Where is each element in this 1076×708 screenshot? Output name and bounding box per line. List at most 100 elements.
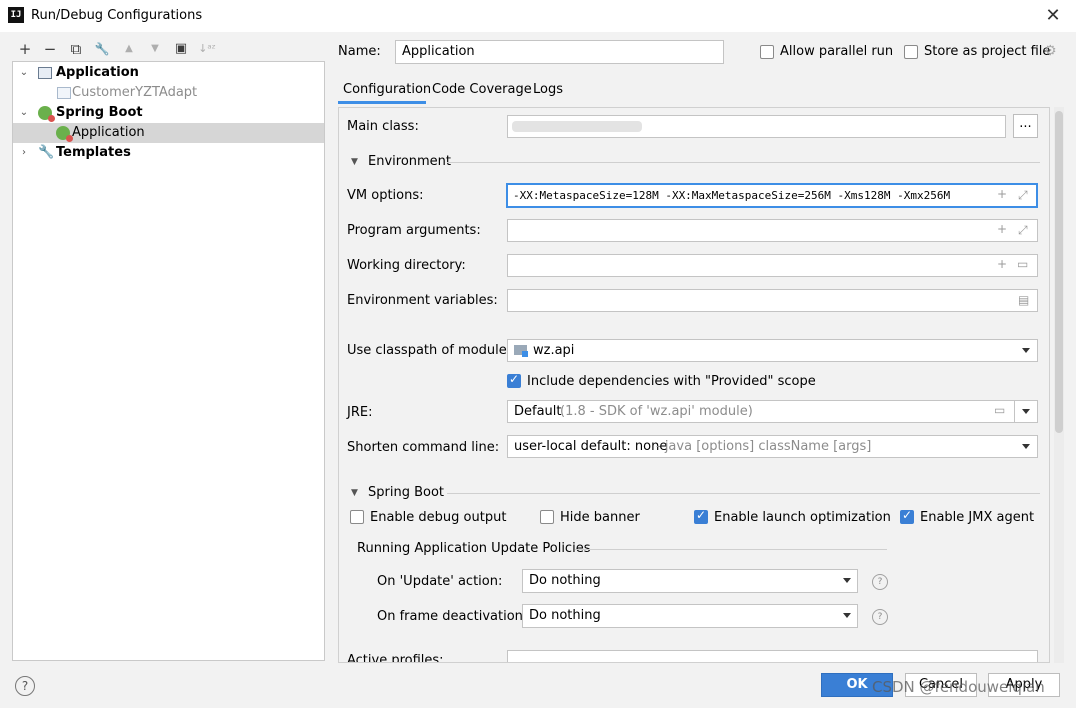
name-input[interactable]: Application — [395, 40, 724, 64]
chevron-down-icon[interactable] — [843, 613, 851, 618]
add-icon[interactable]: + — [16, 40, 34, 58]
on-update-select[interactable]: Do nothing — [522, 569, 858, 593]
chevron-down-icon[interactable]: ⌄ — [18, 103, 30, 123]
active-profiles-label: Active profiles: — [347, 653, 444, 662]
help-icon[interactable]: ? — [15, 676, 35, 696]
jre-value: Default — [514, 404, 562, 419]
document-icon[interactable]: ▤ — [1018, 293, 1029, 307]
window-title: Run/Debug Configurations — [31, 8, 203, 23]
enable-debug-label: Enable debug output — [370, 510, 507, 525]
expand-icon[interactable]: ⤢ — [1018, 223, 1028, 238]
working-directory-input[interactable]: + ▭ — [507, 254, 1038, 277]
move-up-icon[interactable]: ▲ — [120, 40, 138, 58]
store-project-checkbox[interactable] — [904, 45, 918, 59]
tab-configuration[interactable]: Configuration — [343, 82, 431, 97]
active-profiles-row: Active profiles: — [339, 650, 1049, 662]
tree-label: Spring Boot — [56, 105, 143, 120]
tree-item-spring-application[interactable]: Application — [13, 123, 324, 143]
separator — [447, 493, 1040, 494]
environment-variables-input[interactable]: ▤ — [507, 289, 1038, 312]
allow-parallel-label: Allow parallel run — [780, 44, 894, 59]
allow-parallel-checkbox[interactable] — [760, 45, 774, 59]
help-icon[interactable]: ? — [872, 609, 888, 625]
folder-icon[interactable]: ▣ — [172, 40, 190, 58]
expand-icon[interactable]: ⤢ — [1018, 188, 1028, 203]
chevron-down-icon[interactable]: ⌄ — [18, 63, 30, 83]
jre-label: JRE: — [347, 405, 373, 420]
main-class-input[interactable] — [507, 115, 1006, 138]
jmx-agent-label: Enable JMX agent — [920, 510, 1035, 525]
help-icon[interactable]: ? — [872, 574, 888, 590]
add-icon[interactable]: + — [997, 187, 1007, 201]
chevron-down-icon[interactable] — [843, 578, 851, 583]
hide-banner-checkbox[interactable] — [540, 510, 554, 524]
shorten-command-line-select[interactable]: user-local default: none - java [options… — [507, 435, 1038, 458]
store-project-label: Store as project file — [924, 44, 1051, 59]
chevron-down-icon[interactable] — [1022, 409, 1030, 414]
folder-icon[interactable]: ▭ — [994, 403, 1005, 417]
include-dependencies-checkbox[interactable] — [507, 372, 521, 388]
vm-options-input[interactable]: -XX:MetaspaceSize=128M -XX:MaxMetaspaceS… — [506, 183, 1038, 208]
classpath-label: Use classpath of module: — [347, 343, 512, 358]
main-class-label: Main class: — [347, 119, 419, 134]
browse-main-class-button[interactable]: ... — [1013, 114, 1038, 138]
classpath-select[interactable]: wz.api — [507, 339, 1038, 362]
tab-logs[interactable]: Logs — [533, 82, 563, 97]
active-tab-indicator — [338, 101, 426, 104]
environment-header: Environment — [368, 154, 452, 169]
chevron-down-icon[interactable] — [1022, 348, 1030, 353]
collapse-environment-icon[interactable]: ▼ — [351, 157, 358, 167]
jre-select[interactable]: Default (1.8 - SDK of 'wz.api' module) ▭ — [507, 400, 1038, 423]
gear-icon[interactable]: ⚙ — [1044, 43, 1057, 59]
config-tree: ⌄ Application CustomerYZTAdapt ⌄ Spring … — [12, 61, 325, 661]
chevron-down-icon[interactable] — [1022, 444, 1030, 449]
application-icon — [38, 67, 52, 79]
vm-options-label: VM options: — [347, 188, 424, 203]
spring-boot-icon — [56, 126, 73, 142]
tree-item-application-group[interactable]: ⌄ Application — [13, 63, 324, 83]
vm-options-value: -XX:MetaspaceSize=128M -XX:MaxMetaspaceS… — [513, 189, 951, 202]
program-arguments-input[interactable]: + ⤢ — [507, 219, 1038, 242]
tree-item-spring-boot-group[interactable]: ⌄ Spring Boot — [13, 103, 324, 123]
folder-icon[interactable]: ▭ — [1017, 257, 1028, 271]
classpath-value: wz.api — [533, 343, 575, 358]
wrench-icon[interactable]: 🔧 — [93, 40, 111, 58]
spring-boot-header: Spring Boot — [368, 485, 445, 500]
jmx-agent-checkbox[interactable] — [900, 508, 914, 524]
application-config-icon — [57, 87, 71, 99]
on-frame-deactivation-select[interactable]: Do nothing — [522, 604, 858, 628]
move-down-icon[interactable]: ▼ — [146, 40, 164, 58]
on-frame-deactivation-label: On frame deactivation: — [377, 609, 528, 624]
separator — [1014, 401, 1015, 422]
active-profiles-input[interactable] — [507, 650, 1038, 662]
separator — [447, 162, 1040, 163]
launch-optimization-label: Enable launch optimization — [714, 510, 891, 525]
name-label: Name: — [338, 44, 381, 59]
add-icon[interactable]: + — [997, 257, 1007, 271]
chevron-right-icon[interactable]: › — [18, 143, 30, 163]
name-value: Application — [402, 44, 475, 59]
on-update-label: On 'Update' action: — [377, 574, 503, 589]
enable-debug-checkbox[interactable] — [350, 510, 364, 524]
shorten-command-line-label: Shorten command line: — [347, 440, 500, 455]
tab-code-coverage[interactable]: Code Coverage — [432, 82, 532, 97]
program-arguments-label: Program arguments: — [347, 223, 481, 238]
on-update-value: Do nothing — [529, 573, 601, 588]
update-policies-header: Running Application Update Policies — [357, 541, 591, 556]
tree-label: Application — [72, 125, 145, 140]
tree-item-customer[interactable]: CustomerYZTAdapt — [13, 83, 324, 103]
scrollbar-thumb[interactable] — [1055, 111, 1063, 433]
add-icon[interactable]: + — [997, 222, 1007, 236]
launch-optimization-checkbox[interactable] — [694, 508, 708, 524]
collapse-spring-boot-icon[interactable]: ▼ — [351, 488, 358, 498]
blurred-value — [512, 121, 642, 132]
hide-banner-label: Hide banner — [560, 510, 640, 525]
working-directory-label: Working directory: — [347, 258, 466, 273]
include-dependencies-label: Include dependencies with "Provided" sco… — [527, 374, 816, 389]
sort-icon[interactable]: ↓ᵃᶻ — [198, 40, 216, 58]
copy-icon[interactable]: ⧉ — [67, 40, 85, 58]
on-frame-value: Do nothing — [529, 608, 601, 623]
close-icon[interactable]: ✕ — [1044, 5, 1062, 26]
remove-icon[interactable]: − — [41, 40, 59, 58]
tree-item-templates[interactable]: › 🔧 Templates — [13, 143, 324, 163]
